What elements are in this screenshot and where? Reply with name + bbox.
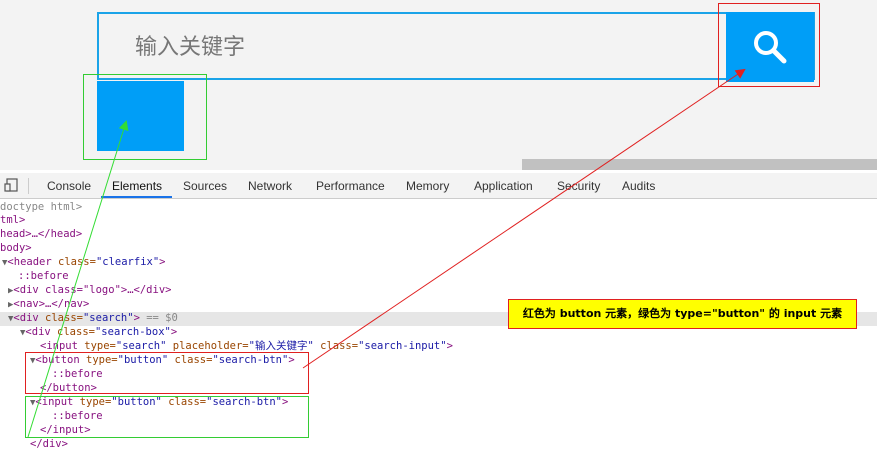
- dom-search-div[interactable]: ▼<div class="search"> == $0: [8, 312, 178, 325]
- dom-logo[interactable]: ▶<div class="logo">…</div>: [8, 284, 171, 297]
- dom-doctype[interactable]: doctype html>: [0, 201, 82, 214]
- search-box: [97, 12, 815, 80]
- page-preview: [0, 0, 877, 170]
- dom-before[interactable]: ::before: [18, 270, 69, 283]
- green-highlight-box: [83, 74, 207, 160]
- tab-security[interactable]: Security: [557, 173, 600, 198]
- toolbar-separator: [28, 178, 29, 194]
- device-toolbar-icon[interactable]: [4, 178, 18, 192]
- active-tab-indicator: [101, 196, 172, 198]
- dom-head[interactable]: head>…</head>: [0, 228, 82, 241]
- red-highlight-box: [718, 3, 820, 87]
- tab-sources[interactable]: Sources: [183, 173, 227, 198]
- tab-audits[interactable]: Audits: [622, 173, 655, 198]
- dom-header[interactable]: ▼<header class="clearfix">: [2, 256, 166, 269]
- tab-memory[interactable]: Memory: [406, 173, 449, 198]
- tab-elements[interactable]: Elements: [112, 173, 162, 198]
- red-dom-highlight-box: [25, 352, 309, 394]
- horizontal-scrollbar[interactable]: [522, 159, 877, 170]
- tab-network[interactable]: Network: [248, 173, 292, 198]
- tab-application[interactable]: Application: [474, 173, 533, 198]
- green-dom-highlight-box: [25, 396, 309, 438]
- annotation-note: 红色为 button 元素，绿色为 type="button" 的 input …: [508, 299, 857, 329]
- dom-nav[interactable]: ▶<nav>…</nav>: [8, 298, 89, 311]
- tab-performance[interactable]: Performance: [316, 173, 385, 198]
- dom-html[interactable]: tml>: [0, 214, 25, 227]
- dom-search-box[interactable]: ▼<div class="search-box">: [20, 326, 177, 339]
- dom-body[interactable]: body>: [0, 242, 32, 255]
- tab-console[interactable]: Console: [47, 173, 91, 198]
- search-input[interactable]: [135, 32, 695, 62]
- dom-div-end[interactable]: </div>: [30, 438, 68, 451]
